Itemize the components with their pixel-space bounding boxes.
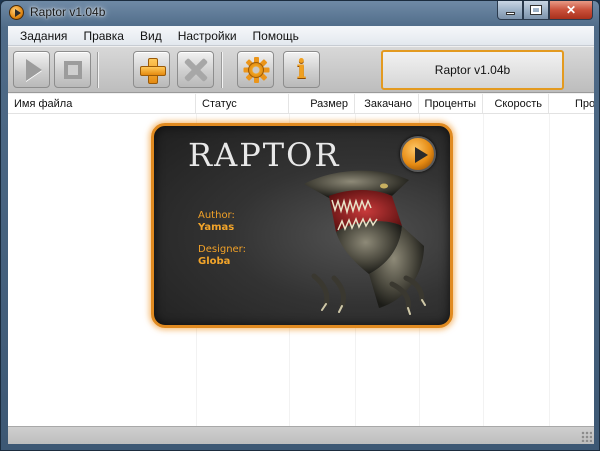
menu-view[interactable]: Вид [132,26,170,46]
column-header-downloaded[interactable]: Закачано [355,94,419,113]
raptor-dinosaur-illustration [304,170,426,315]
toolbar: i Raptor v1.04b [8,47,594,93]
about-button[interactable]: i [283,51,320,88]
column-header-speed[interactable]: Скорость [483,94,549,113]
status-bar [8,426,594,444]
menu-settings[interactable]: Настройки [170,26,245,46]
author-label: Author: [198,210,235,221]
add-button[interactable] [133,51,170,88]
column-header-more[interactable]: Про [549,94,594,113]
version-label: Raptor v1.04b [434,63,511,77]
column-header-filename[interactable]: Имя файла [8,94,196,113]
author-name: Yamas [198,222,235,233]
window-title: Raptor v1.04b [30,5,106,19]
maximize-button[interactable] [523,1,549,20]
gear-icon [243,56,269,83]
delete-icon [184,58,208,82]
designer-label: Designer: [198,244,246,255]
column-header-size[interactable]: Размер [289,94,355,113]
play-icon [25,58,42,81]
raptor-app-icon[interactable] [9,5,24,20]
stop-button[interactable] [54,51,91,88]
app-window: Raptor v1.04b ✕ Задания Правка Вид Настр… [0,0,600,451]
resize-grip[interactable] [581,431,592,442]
start-button[interactable] [13,51,50,88]
caption-buttons: ✕ [497,1,593,20]
delete-button[interactable] [177,51,214,88]
title-bar[interactable]: Raptor v1.04b ✕ [1,1,599,25]
minimize-icon [505,11,515,15]
maximize-icon [530,5,542,15]
list-header: Имя файла Статус Размер Закачано Процент… [8,94,594,114]
settings-button[interactable] [237,51,274,88]
close-button[interactable]: ✕ [549,1,593,20]
column-header-percent[interactable]: Проценты [419,94,483,113]
minimize-button[interactable] [497,1,523,20]
info-icon: i [296,54,307,85]
toolbar-separator [221,52,223,88]
menu-bar: Задания Правка Вид Настройки Помощь [8,26,594,46]
version-label-box: Raptor v1.04b [381,50,564,90]
designer-name: Globa [198,256,231,267]
close-icon: ✕ [565,3,577,17]
add-icon [139,57,166,84]
stop-icon [63,60,82,79]
menu-tasks[interactable]: Задания [12,26,75,46]
menu-help[interactable]: Помощь [245,26,307,46]
toolbar-separator [97,52,99,88]
about-splash[interactable]: RAPTOR Author: Yamas Designer: Globa [151,123,453,328]
column-header-status[interactable]: Статус [196,94,289,113]
menu-edit[interactable]: Правка [75,26,132,46]
